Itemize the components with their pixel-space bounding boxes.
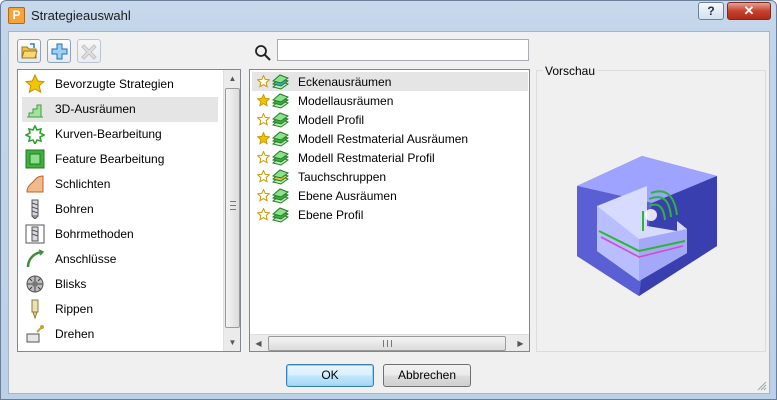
scroll-up-arrow-icon[interactable]: ▲ bbox=[224, 70, 241, 87]
category-vertical-scrollbar[interactable]: ▲ ▼ bbox=[223, 70, 240, 351]
category-label: Schlichten bbox=[55, 177, 111, 191]
category-label: Feature Bearbeitung bbox=[55, 152, 165, 166]
strategy-item[interactable]: Modell Profil bbox=[252, 110, 528, 129]
strategy-horizontal-scrollbar[interactable]: ◀ ▶ bbox=[250, 334, 529, 351]
plane-area-clear-icon bbox=[272, 188, 289, 204]
strategy-item[interactable]: Ebene Ausräumen bbox=[252, 186, 528, 205]
category-item-finishing[interactable]: Schlichten bbox=[22, 172, 218, 197]
category-label: 3D-Ausräumen bbox=[55, 102, 136, 116]
strategy-item[interactable]: Modell Restmaterial Profil bbox=[252, 148, 528, 167]
category-label: Bohrmethoden bbox=[55, 227, 134, 241]
model-rest-profile-icon bbox=[272, 150, 289, 166]
model-profile-icon bbox=[272, 112, 289, 128]
category-label: Kurven-Bearbeitung bbox=[55, 127, 162, 141]
plunge-milling-icon bbox=[272, 169, 289, 185]
category-item-blisks[interactable]: Blisks bbox=[22, 272, 218, 297]
dialog-window: P Strategieauswahl ? ✕ Bevorzugte Strate… bbox=[0, 0, 777, 400]
plane-profile-icon bbox=[272, 207, 289, 223]
strategy-label: Modell Restmaterial Ausräumen bbox=[298, 132, 469, 146]
area-clear-icon bbox=[27, 104, 43, 118]
model-rest-area-clear-icon bbox=[272, 131, 289, 147]
preview-label: Vorschau bbox=[543, 64, 598, 78]
close-button[interactable]: ✕ bbox=[727, 2, 771, 20]
preview-image bbox=[577, 156, 717, 296]
category-label: Blisks bbox=[55, 277, 87, 291]
cancel-button[interactable]: Abbrechen bbox=[383, 364, 471, 387]
category-item-ribs[interactable]: Rippen bbox=[22, 297, 218, 322]
strategy-label: Eckenausräumen bbox=[298, 75, 392, 89]
scroll-left-arrow-icon[interactable]: ◀ bbox=[250, 335, 267, 352]
curve-icon bbox=[25, 124, 45, 144]
strategy-label: Modell Profil bbox=[298, 113, 365, 127]
rib-icon bbox=[31, 299, 39, 319]
strategy-item[interactable]: Ebene Profil bbox=[252, 205, 528, 224]
scrollbar-thumb[interactable] bbox=[225, 88, 240, 328]
strategy-item[interactable]: Eckenausräumen bbox=[252, 72, 528, 91]
category-item-drilling[interactable]: Bohren bbox=[22, 197, 218, 222]
category-label: Anschlüsse bbox=[55, 252, 117, 266]
category-item-feature-machining[interactable]: Feature Bearbeitung bbox=[22, 147, 218, 172]
favorite-star-icon[interactable] bbox=[257, 75, 270, 88]
favorite-star-icon[interactable] bbox=[257, 208, 270, 221]
model-area-clear-icon bbox=[272, 93, 289, 109]
add-button[interactable] bbox=[47, 39, 71, 63]
category-label: Bevorzugte Strategien bbox=[55, 77, 174, 91]
drill-methods-icon bbox=[25, 224, 45, 244]
search-icon bbox=[255, 45, 271, 61]
scrollbar-thumb[interactable] bbox=[268, 336, 506, 351]
strategy-label: Ebene Profil bbox=[298, 208, 364, 222]
category-item-drill-methods[interactable]: Bohrmethoden bbox=[22, 222, 218, 247]
open-folder-button[interactable] bbox=[17, 39, 41, 63]
dialog-content: Bevorzugte Strategien 3D-Ausräumen Kurve… bbox=[8, 31, 770, 394]
favorite-star-icon[interactable] bbox=[257, 151, 270, 164]
strategy-label: Tauchschruppen bbox=[298, 170, 387, 184]
blisk-icon bbox=[26, 275, 44, 293]
feature-icon bbox=[25, 149, 45, 169]
category-item-turning[interactable]: Drehen bbox=[22, 322, 218, 347]
delete-button[interactable] bbox=[77, 39, 101, 63]
strategy-label: Modellausräumen bbox=[298, 94, 394, 108]
open-folder-icon bbox=[21, 43, 38, 59]
add-plus-icon bbox=[51, 43, 68, 60]
search-input[interactable] bbox=[277, 39, 529, 61]
strategy-list[interactable]: Eckenausräumen Modellausräumen Modell Prof… bbox=[249, 69, 530, 352]
star-icon bbox=[25, 74, 45, 94]
strategy-item[interactable]: Modellausräumen bbox=[252, 91, 528, 110]
title-bar[interactable]: P Strategieauswahl ? ✕ bbox=[1, 1, 776, 31]
preview-group: Vorschau bbox=[536, 64, 766, 352]
app-logo-icon: P bbox=[8, 7, 25, 24]
delete-x-icon bbox=[81, 44, 97, 60]
category-list[interactable]: Bevorzugte Strategien 3D-Ausräumen Kurve… bbox=[17, 69, 241, 352]
ok-button[interactable]: OK bbox=[286, 364, 374, 387]
window-title: Strategieauswahl bbox=[31, 8, 131, 23]
leads-icon bbox=[26, 249, 45, 268]
finishing-icon bbox=[26, 175, 44, 193]
strategy-label: Modell Restmaterial Profil bbox=[298, 151, 435, 165]
category-item-curve-machining[interactable]: Kurven-Bearbeitung bbox=[22, 122, 218, 147]
favorite-star-icon[interactable] bbox=[257, 113, 270, 126]
strategy-item[interactable]: Tauchschruppen bbox=[252, 167, 528, 186]
strategy-item[interactable]: Modell Restmaterial Ausräumen bbox=[252, 129, 528, 148]
category-label: Rippen bbox=[55, 302, 94, 316]
favorite-star-icon[interactable] bbox=[257, 170, 270, 183]
category-label: Bohren bbox=[55, 202, 94, 216]
scroll-down-arrow-icon[interactable]: ▼ bbox=[224, 334, 241, 351]
resize-grip-icon[interactable] bbox=[757, 381, 767, 391]
strategy-label: Ebene Ausräumen bbox=[298, 189, 397, 203]
help-button[interactable]: ? bbox=[698, 2, 724, 20]
favorite-star-icon[interactable] bbox=[257, 94, 270, 107]
category-item-leads[interactable]: Anschlüsse bbox=[22, 247, 218, 272]
category-label: Drehen bbox=[55, 327, 95, 341]
favorite-star-icon[interactable] bbox=[257, 189, 270, 202]
category-item-favorites[interactable]: Bevorzugte Strategien bbox=[22, 72, 218, 97]
drill-icon bbox=[31, 199, 39, 219]
scroll-right-arrow-icon[interactable]: ▶ bbox=[512, 335, 529, 352]
corner-clear-icon bbox=[272, 74, 289, 90]
turning-icon bbox=[26, 325, 44, 343]
favorite-star-icon[interactable] bbox=[257, 132, 270, 145]
category-item-3d-area-clear[interactable]: 3D-Ausräumen bbox=[22, 97, 218, 122]
